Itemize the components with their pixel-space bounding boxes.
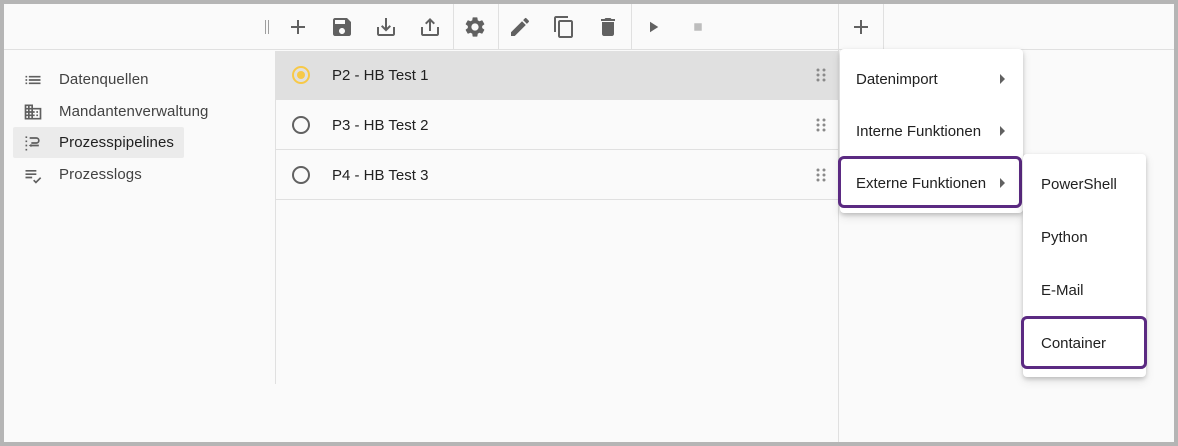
pipeline-row-label: P3 - HB Test 2 (332, 116, 429, 134)
log-check-icon (23, 165, 43, 185)
pipeline-row[interactable]: P4 - HB Test 3 (276, 151, 838, 200)
sidebar-item-datenquellen[interactable]: Datenquellen (13, 64, 159, 95)
building-icon (23, 102, 43, 122)
toolbar-divider (883, 4, 884, 50)
drag-handle-icon[interactable] (816, 118, 826, 132)
submenu-item-label: Python (1041, 228, 1088, 246)
add-step-button[interactable] (839, 4, 883, 50)
drag-handle-icon[interactable] (816, 168, 826, 182)
submenu-item-email[interactable]: E-Mail (1023, 264, 1146, 316)
submenu-item-label: PowerShell (1041, 175, 1117, 193)
pipeline-row-label: P2 - HB Test 1 (332, 66, 429, 84)
menu-item-interne-funktionen[interactable]: Interne Funktionen (840, 105, 1023, 157)
stop-button[interactable] (676, 4, 720, 50)
export-button[interactable] (408, 4, 452, 50)
menu-item-datenimport[interactable]: Datenimport (840, 53, 1023, 105)
radio-selected-icon[interactable] (292, 66, 310, 84)
edit-button[interactable] (498, 4, 542, 50)
toolbar (4, 4, 1174, 50)
pipeline-row[interactable]: P3 - HB Test 2 (276, 101, 838, 150)
import-button[interactable] (364, 4, 408, 50)
play-icon (650, 21, 659, 33)
export-icon (421, 18, 439, 36)
drag-handle-icon[interactable] (816, 68, 826, 82)
copy-icon (554, 16, 573, 38)
add-step-icon (854, 20, 868, 34)
sidebar-item-label: Datenquellen (59, 71, 149, 88)
save-button[interactable] (320, 4, 364, 50)
add-button[interactable] (276, 4, 320, 50)
pipeline-icon (23, 133, 43, 153)
submenu-caret-icon (1000, 126, 1005, 136)
sidebar-item-prozesslogs[interactable]: Prozesslogs (13, 159, 152, 190)
delete-button[interactable] (586, 4, 630, 50)
submenu-caret-icon (1000, 74, 1005, 84)
sidebar-item-prozesspipelines[interactable]: Prozesspipelines (13, 127, 184, 158)
toolbar-grip-handle[interactable] (263, 20, 271, 34)
sidebar: Datenquellen Mandantenverwaltung Prozess… (4, 51, 276, 384)
submenu-item-python[interactable]: Python (1023, 211, 1146, 263)
sidebar-item-label: Prozesspipelines (59, 134, 174, 151)
delete-icon (601, 18, 615, 36)
list-icon (23, 70, 43, 90)
pipeline-row[interactable]: P2 - HB Test 1 (276, 51, 838, 100)
detail-panel-divider (838, 4, 839, 442)
add-icon (291, 20, 305, 34)
settings-icon (465, 17, 485, 37)
settings-button[interactable] (453, 4, 497, 50)
import-icon (377, 18, 395, 36)
menu-item-label: Interne Funktionen (856, 122, 982, 140)
sidebar-item-label: Mandantenverwaltung (59, 103, 209, 120)
copy-button[interactable] (542, 4, 586, 50)
pipeline-row-label: P4 - HB Test 3 (332, 166, 429, 184)
highlight-externe-funktionen (838, 156, 1022, 208)
run-button[interactable] (632, 4, 676, 50)
menu-item-label: Datenimport (856, 70, 938, 88)
highlight-container (1021, 316, 1147, 369)
save-icon (333, 18, 351, 36)
app-frame: Datenquellen Mandantenverwaltung Prozess… (0, 0, 1178, 446)
radio-unselected-icon[interactable] (292, 166, 310, 184)
submenu-item-powershell[interactable]: PowerShell (1023, 158, 1146, 210)
sidebar-item-label: Prozesslogs (59, 166, 142, 183)
radio-unselected-icon[interactable] (292, 116, 310, 134)
edit-icon (511, 17, 530, 36)
sidebar-item-mandantenverwaltung[interactable]: Mandantenverwaltung (13, 96, 219, 127)
stop-icon (694, 23, 702, 31)
submenu-item-label: E-Mail (1041, 281, 1084, 299)
